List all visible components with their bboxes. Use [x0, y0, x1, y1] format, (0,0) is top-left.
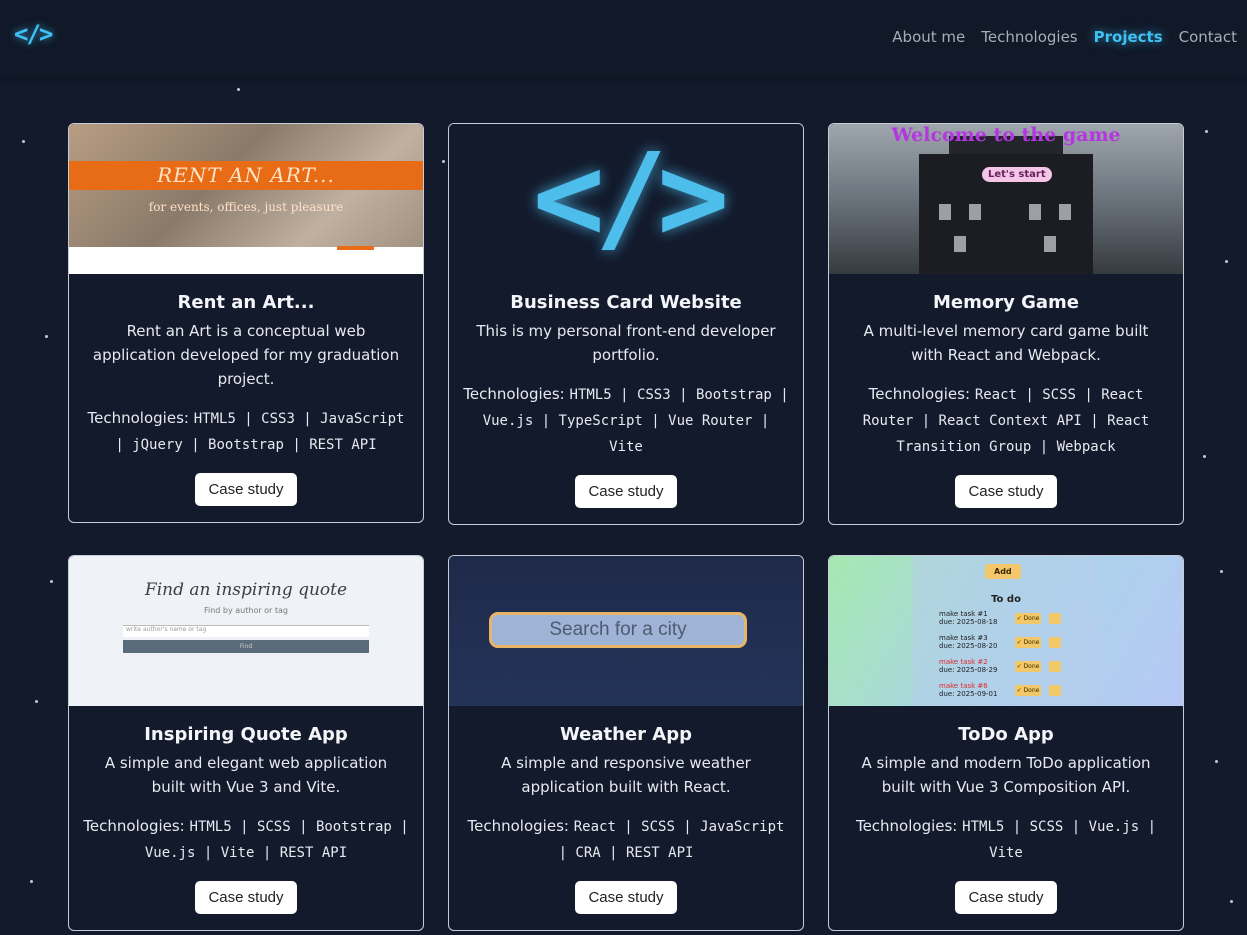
thumbnail-heading: RENT AN ART... [157, 163, 335, 187]
technologies-list: React | SCSS | JavaScript | CRA | REST A… [558, 819, 785, 861]
project-card-quote-app: Find an inspiring quote Find by author o… [68, 555, 424, 931]
navbar: </> About me Technologies Projects Conta… [0, 0, 1247, 78]
project-title: Rent an Art... [177, 292, 315, 313]
case-study-button[interactable]: Case study [195, 473, 297, 506]
project-title: Business Card Website [510, 292, 742, 313]
trash-icon [1049, 685, 1061, 696]
project-description: A simple and responsive weather applicat… [501, 754, 751, 796]
code-icon: </> [532, 129, 730, 268]
thumbnail-heading: Find an inspiring quote [144, 580, 348, 600]
project-description: A simple and elegant web application bui… [104, 754, 388, 796]
task-done-button: ✓ Done [1015, 613, 1041, 624]
case-study-button[interactable]: Case study [955, 475, 1057, 508]
technologies-label: Technologies: [83, 817, 185, 835]
thumbnail-start-button: Let's start [982, 167, 1052, 182]
project-card-business-card: </> Business Card Website This is my per… [448, 123, 804, 525]
task-done-button: ✓ Done [1015, 661, 1041, 672]
nav-link-contact[interactable]: Contact [1179, 28, 1237, 46]
task-done-button: ✓ Done [1015, 637, 1041, 648]
project-card-weather-app: Search for a city Weather App A simple a… [448, 555, 804, 931]
project-thumbnail: Search for a city [449, 556, 803, 706]
project-thumbnail: </> [449, 124, 803, 274]
nav-links: About me Technologies Projects Contact [892, 28, 1237, 46]
project-card-memory-game: Welcome to the game Let's start Memory G… [828, 123, 1184, 525]
thumbnail-add-button: Add [985, 564, 1021, 579]
project-title: Weather App [559, 724, 693, 745]
project-technologies: Technologies: React | SCSS | React Route… [843, 382, 1169, 460]
project-technologies: Technologies: HTML5 | SCSS | Vue.js | Vi… [843, 814, 1169, 866]
project-technologies: Technologies: HTML5 | CSS3 | JavaScript … [83, 406, 409, 458]
technologies-list: HTML5 | SCSS | Bootstrap | Vue.js | Vite… [144, 819, 409, 861]
project-technologies: Technologies: HTML5 | SCSS | Bootstrap |… [83, 814, 409, 866]
project-description: A multi-level memory card game built wit… [863, 322, 1149, 364]
project-card-rent-an-art: RENT AN ART... for events, offices, just… [68, 123, 424, 523]
project-thumbnail: Add To do make task #1 due: 2025-08-18 ✓ … [829, 556, 1183, 706]
thumbnail-search-input: Search for a city [489, 612, 747, 648]
case-study-button[interactable]: Case study [575, 475, 677, 508]
nav-link-projects[interactable]: Projects [1094, 28, 1163, 46]
technologies-label: Technologies: [868, 385, 971, 403]
project-technologies: Technologies: React | SCSS | JavaScript … [463, 814, 789, 866]
logo-icon[interactable]: </> [14, 20, 53, 48]
technologies-label: Technologies: [855, 817, 958, 835]
project-technologies: Technologies: HTML5 | CSS3 | Bootstrap |… [463, 382, 789, 460]
thumbnail-subheading: Find by author or tag [203, 606, 289, 615]
trash-icon [1049, 661, 1061, 672]
thumbnail-subheading: for events, offices, just pleasure [148, 200, 344, 214]
thumbnail-input: write author's name or tag [123, 625, 369, 637]
case-study-button[interactable]: Case study [575, 881, 677, 914]
technologies-list: HTML5 | SCSS | Vue.js | Vite [962, 819, 1157, 861]
project-title: Inspiring Quote App [144, 724, 348, 745]
project-thumbnail: RENT AN ART... for events, offices, just… [69, 124, 423, 274]
project-title: Memory Game [932, 292, 1079, 313]
trash-icon [1049, 613, 1061, 624]
project-description: A simple and modern ToDo application bui… [861, 754, 1151, 796]
thumbnail-find-button: Find [123, 640, 369, 653]
project-description: This is my personal front-end developer … [476, 322, 776, 364]
thumbnail-heading: Welcome to the game [891, 124, 1121, 146]
case-study-button[interactable]: Case study [195, 881, 297, 914]
trash-icon [1049, 637, 1061, 648]
project-thumbnail: Welcome to the game Let's start [829, 124, 1183, 274]
technologies-label: Technologies: [463, 385, 565, 403]
technologies-label: Technologies: [467, 817, 569, 835]
project-description: Rent an Art is a conceptual web applicat… [92, 322, 400, 388]
project-card-todo-app: Add To do make task #1 due: 2025-08-18 ✓ … [828, 555, 1184, 931]
task-done-button: ✓ Done [1015, 685, 1041, 696]
nav-link-about[interactable]: About me [892, 28, 965, 46]
case-study-button[interactable]: Case study [955, 881, 1057, 914]
thumbnail-heading: To do [991, 594, 1021, 605]
technologies-label: Technologies: [87, 409, 189, 427]
nav-link-technologies[interactable]: Technologies [981, 28, 1077, 46]
project-title: ToDo App [958, 724, 1054, 745]
project-thumbnail: Find an inspiring quote Find by author o… [69, 556, 423, 706]
